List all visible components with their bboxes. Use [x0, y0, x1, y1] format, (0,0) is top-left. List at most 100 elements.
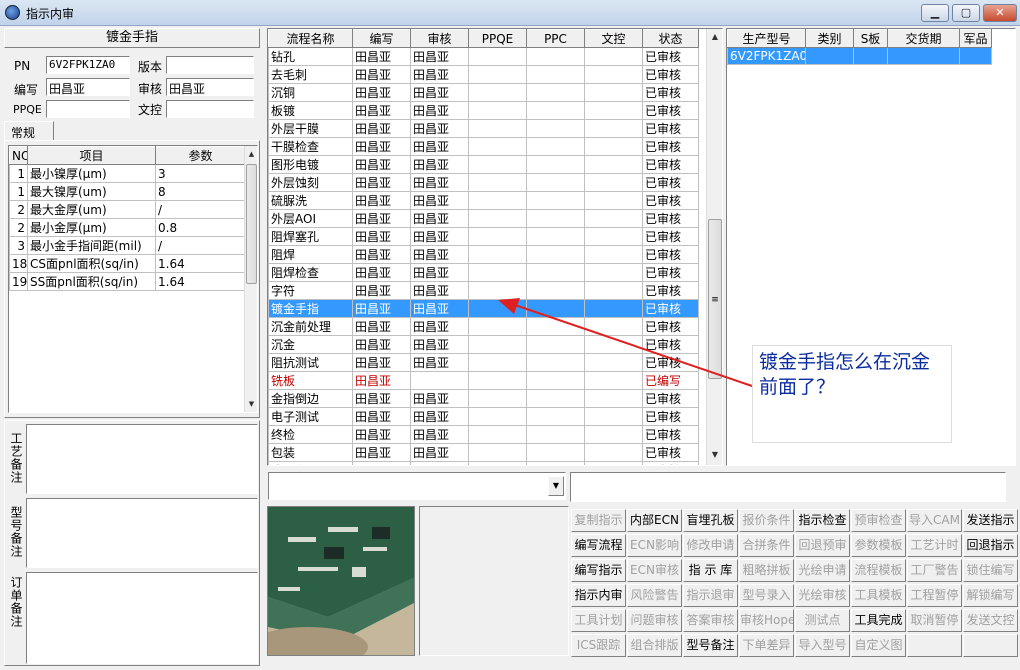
table-row[interactable]: 19 SS面pnl面积(sq/in) 1.64 — [9, 272, 246, 291]
filter-combo[interactable] — [268, 472, 566, 500]
scroll-thumb[interactable] — [246, 164, 257, 284]
column-header[interactable]: 生产型号 — [727, 29, 806, 48]
table-row[interactable]: 6V2FPK1ZA0 — [727, 47, 992, 65]
doc-control-field[interactable] — [166, 100, 254, 118]
cmd-button[interactable]: 锁住编写 — [963, 559, 1018, 582]
params-scrollbar[interactable]: ▲ ▼ — [244, 146, 257, 412]
table-row[interactable]: 包装 田昌亚 田昌亚 已审核 — [268, 443, 699, 462]
cmd-button[interactable]: 工艺计时 — [907, 534, 962, 557]
cmd-button[interactable]: 下单差异 — [739, 634, 794, 657]
writer-field[interactable]: 田昌亚 — [46, 78, 130, 96]
cmd-button[interactable]: 粗略拼板 — [739, 559, 794, 582]
cmd-button[interactable]: 修改申请 — [683, 534, 738, 557]
table-row[interactable]: 外层AOI 田昌亚 田昌亚 已审核 — [268, 209, 699, 228]
cmd-button[interactable]: 内部ECN — [627, 509, 682, 532]
cmd-button[interactable]: 编写指示 — [571, 559, 626, 582]
table-row[interactable]: 阻焊 田昌亚 田昌亚 已审核 — [268, 245, 699, 264]
table-row[interactable]: 1 最大镍厚(um) 8 — [9, 182, 246, 201]
column-header[interactable]: 交货期 — [887, 29, 960, 48]
table-row[interactable]: 电子测试 田昌亚 田昌亚 已审核 — [268, 407, 699, 426]
column-header[interactable]: 编写 — [352, 29, 411, 48]
table-row[interactable]: 2 最小金厚(μm) 0.8 — [9, 218, 246, 237]
column-header[interactable]: 参数 — [155, 146, 246, 165]
cmd-button[interactable]: 型号录入 — [739, 584, 794, 607]
table-row[interactable]: 板镀 田昌亚 田昌亚 已审核 — [268, 101, 699, 120]
cmd-button[interactable]: 工厂警告 — [907, 559, 962, 582]
cmd-button[interactable]: 合拼条件 — [739, 534, 794, 557]
maximize-button[interactable]: ▢ — [952, 4, 980, 22]
table-row[interactable]: 3 最小金手指间距(mil) / — [9, 236, 246, 255]
cmd-button[interactable]: 发送文控 — [963, 609, 1018, 632]
table-row[interactable]: 干膜检查 田昌亚 田昌亚 已审核 — [268, 137, 699, 156]
cmd-button[interactable]: 光绘申请 — [795, 559, 850, 582]
column-header[interactable]: PPC — [526, 29, 585, 48]
cmd-button[interactable]: 工具计划 — [571, 609, 626, 632]
close-button[interactable]: ✕ — [983, 4, 1017, 22]
order-note-box[interactable] — [26, 572, 258, 664]
column-header[interactable]: 状态 — [642, 29, 699, 48]
column-header[interactable]: 文控 — [584, 29, 643, 48]
scroll-down-icon[interactable]: ▼ — [707, 447, 723, 463]
column-header[interactable]: 审核 — [410, 29, 469, 48]
cmd-button[interactable]: 自定义图 — [851, 634, 906, 657]
table-row[interactable]: 终检 田昌亚 田昌亚 已审核 — [268, 425, 699, 444]
column-header[interactable]: 类别 — [805, 29, 854, 48]
scroll-down-icon[interactable]: ▼ — [245, 396, 258, 412]
table-row[interactable]: 外层蚀刻 田昌亚 田昌亚 已审核 — [268, 173, 699, 192]
cmd-button[interactable]: 组合排版 — [627, 634, 682, 657]
cmd-button[interactable]: ECN影响 — [627, 534, 682, 557]
table-row[interactable]: 阻焊检查 田昌亚 田昌亚 已审核 — [268, 263, 699, 282]
cmd-button[interactable]: 取消暂停 — [907, 609, 962, 632]
cmd-button[interactable]: 导入型号 — [795, 634, 850, 657]
message-field[interactable] — [570, 472, 1006, 502]
cmd-button[interactable]: 风险警告 — [627, 584, 682, 607]
version-field[interactable] — [166, 56, 254, 74]
cmd-button[interactable]: 答案审核 — [683, 609, 738, 632]
reviewer-field[interactable]: 田昌亚 — [166, 78, 254, 96]
table-row[interactable]: 去毛刺 田昌亚 田昌亚 已审核 — [268, 65, 699, 84]
column-header[interactable]: S板 — [853, 29, 888, 48]
table-row[interactable]: 2 最大金厚(um) / — [9, 200, 246, 219]
process-note-box[interactable] — [26, 424, 258, 494]
cmd-button[interactable]: 工程暂停 — [907, 584, 962, 607]
model-note-box[interactable] — [26, 498, 258, 568]
cmd-button[interactable]: 工具模板 — [851, 584, 906, 607]
cmd-button[interactable]: 发送指示 — [963, 509, 1018, 532]
table-row[interactable]: 成品仓田昌亚田昌亚已审核 — [268, 461, 699, 465]
column-header[interactable]: 流程名称 — [268, 29, 353, 48]
column-header[interactable]: 军品 — [959, 29, 992, 48]
cmd-button[interactable]: 指 示 库 — [683, 559, 738, 582]
column-header[interactable]: NO — [9, 146, 28, 165]
cmd-button[interactable] — [907, 634, 962, 657]
cmd-button[interactable]: 流程模板 — [851, 559, 906, 582]
cmd-button[interactable]: 回退预审 — [795, 534, 850, 557]
cmd-button[interactable]: 型号备注 — [683, 634, 738, 657]
column-header[interactable]: 项目 — [27, 146, 156, 165]
cmd-button[interactable]: ICS跟踪 — [571, 634, 626, 657]
cmd-button[interactable]: 指示退审 — [683, 584, 738, 607]
cmd-button[interactable]: 报价条件 — [739, 509, 794, 532]
cmd-button[interactable]: 盲埋孔板 — [683, 509, 738, 532]
scroll-up-icon[interactable]: ▲ — [707, 29, 723, 45]
minimize-button[interactable]: ▁ — [921, 4, 949, 22]
cmd-button[interactable]: 光绘审核 — [795, 584, 850, 607]
tab-general[interactable]: 常规 — [4, 121, 54, 141]
table-row[interactable]: 外层干膜 田昌亚 田昌亚 已审核 — [268, 119, 699, 138]
cmd-button[interactable]: 测试点 — [795, 609, 850, 632]
ppqe-field[interactable] — [46, 100, 130, 118]
pn-field[interactable]: 6V2FPK1ZA0 — [46, 56, 130, 74]
chevron-down-icon[interactable]: ▼ — [548, 476, 564, 496]
cmd-button[interactable]: 解锁编写 — [963, 584, 1018, 607]
cmd-button[interactable]: 编写流程 — [571, 534, 626, 557]
table-row[interactable]: 阻焊塞孔 田昌亚 田昌亚 已审核 — [268, 227, 699, 246]
scroll-up-icon[interactable]: ▲ — [245, 146, 258, 162]
table-row[interactable]: 图形电镀 田昌亚 田昌亚 已审核 — [268, 155, 699, 174]
table-row[interactable]: 硫脲洗 田昌亚 田昌亚 已审核 — [268, 191, 699, 210]
table-row[interactable]: 沉铜 田昌亚 田昌亚 已审核 — [268, 83, 699, 102]
cmd-button[interactable] — [963, 634, 1018, 657]
cmd-button[interactable]: 审核Hope — [739, 609, 794, 632]
cmd-button[interactable]: 工具完成 — [851, 609, 906, 632]
cmd-button[interactable]: 回退指示 — [963, 534, 1018, 557]
cmd-button[interactable]: 导入CAM — [907, 509, 962, 532]
cmd-button[interactable]: ECN审核 — [627, 559, 682, 582]
